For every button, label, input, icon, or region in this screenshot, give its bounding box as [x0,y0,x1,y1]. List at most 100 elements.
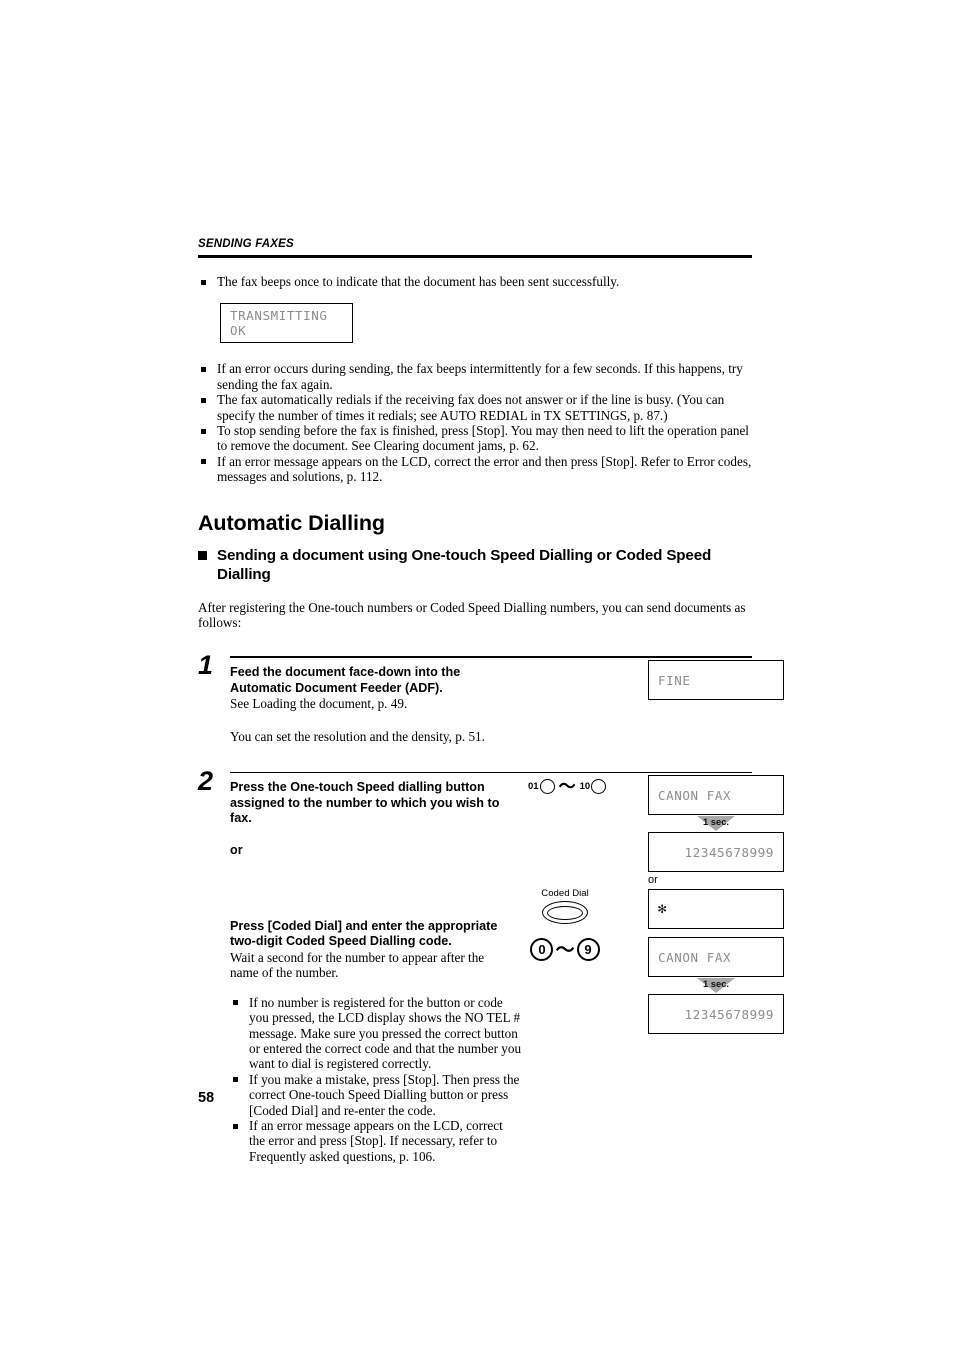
step-text-column: Feed the document face-down into the Aut… [230,665,522,745]
section-subtitle: Sending a document using One-touch Speed… [198,546,752,584]
numeric-key-range: 0 〜 9 [524,938,606,962]
bullet-text: If no number is registered for the butto… [249,994,522,1072]
lcd-text: CANON FAX [658,787,732,803]
manual-page: SENDING FAXES The fax beeps once to indi… [0,0,954,1351]
page-content: SENDING FAXES The fax beeps once to indi… [198,238,784,1164]
step-instruction-line-2: assigned to the number to which you wish… [230,795,500,826]
delay-marker-1: 1 sec. [648,815,784,832]
lcd-canon-fax-1: CANON FAX [648,775,784,816]
delay-label: 1 sec. [702,816,730,828]
bullet-text: The fax beeps once to indicate that the … [217,274,620,289]
coded-dial-line-1: Press [Coded Dial] and enter the appropr… [230,918,498,933]
square-bullet-icon [233,1123,238,1129]
numeric-key-icon-from: 0 [530,938,554,962]
header-rule [198,255,752,258]
square-bullet-icon [233,1077,238,1083]
section-subtitle-text: Sending a document using One-touch Speed… [217,546,712,583]
bullet-text: If an error message appears on the LCD, … [217,453,752,485]
one-touch-key-range: 01 〜 10 [522,776,622,797]
lcd-asterisk: ✻ [648,889,784,930]
page-number: 58 [198,1090,215,1106]
lcd-text: CANON FAX [658,949,732,965]
step-text-column: Press the One-touch Speed dialling butto… [230,780,522,1164]
step-1: 1 Feed the document face-down into the A… [198,652,784,745]
lcd-text: 12345678999 [684,844,774,860]
square-bullet-icon [233,1000,238,1006]
lcd-or-label: or [648,874,658,887]
step-instruction: Press the One-touch Speed dialling butto… [230,780,522,827]
square-bullet-icon [201,279,206,285]
one-touch-button-icon [591,779,607,795]
step-extra-note: You can set the resolution and the densi… [230,729,485,745]
step-body: Feed the document face-down into the Aut… [230,658,784,745]
list-item: The fax beeps once to indicate that the … [198,274,752,289]
list-item: If you make a mistake, press [Stop]. The… [230,1072,522,1118]
coded-dial-note-line-2: name of the number. [230,965,339,981]
step-2-lcd-column: CANON FAX 1 sec. 12345678999 or ✻ CANON … [648,775,784,1035]
lcd-canon-fax-2: CANON FAX [648,937,784,978]
step-body: Press the One-touch Speed dialling butto… [230,773,784,1164]
square-bullet-icon [201,397,206,403]
bullet-text: If an error message appears on the LCD, … [249,1118,503,1164]
step-1-lcd-column: FINE [648,660,784,701]
coded-dial-button-inner-icon [547,905,583,920]
coded-dial-line-2: two-digit Coded Speed Dialling code. [230,934,452,949]
step-2-keys-column: 01 〜 10 Coded Dial 0 〜 9 [522,773,622,962]
intro-bullet-list: The fax beeps once to indicate that the … [198,274,752,289]
lcd-text: ✻ [658,901,668,918]
coded-dial-note-line-1: Wait a second for the number to appear a… [230,949,485,965]
lcd-fine: FINE [648,660,784,701]
step-instruction: Feed the document face-down into the Aut… [230,665,522,696]
bullet-text: The fax automatically redials if the rec… [217,392,725,423]
list-item: If an error occurs during sending, the f… [198,361,752,392]
step-instruction-line-2: Automatic Document Feeder (ADF). [230,680,443,695]
square-bullet-icon [198,550,207,560]
range-tilde-icon: 〜 [558,776,576,797]
step-instruction-line-1: Feed the document face-down into the [230,665,461,680]
lcd-number-2: 12345678999 [648,994,784,1035]
delay-marker-2: 1 sec. [648,977,784,994]
lcd-text: TRANSMITTING OK [230,308,328,339]
one-touch-to-label: 10 [579,781,591,793]
square-bullet-icon [201,428,206,434]
square-bullet-icon [201,366,206,372]
step-number: 2 [198,765,214,796]
or-label: or [230,842,243,857]
step-reference: See Loading the document, p. 49. [230,696,408,712]
list-item: The fax automatically redials if the rec… [198,392,752,423]
coded-dial-key-group: Coded Dial 0 〜 9 [524,888,606,962]
lcd-text: 12345678999 [684,1006,774,1022]
list-item: If an error message appears on the LCD, … [198,454,752,485]
step-number: 1 [198,650,214,681]
lcd-transmitting-ok: TRANSMITTING OK [220,303,353,344]
coded-dial-instruction: Press [Coded Dial] and enter the appropr… [230,919,522,950]
page-title: Automatic Dialling [198,510,385,535]
list-item: If an error message appears on the LCD, … [230,1118,522,1164]
numeric-key-icon-to: 9 [576,938,600,962]
bullet-text: To stop sending before the fax is finish… [217,423,749,454]
lcd-number-1: 12345678999 [648,832,784,873]
bullet-text: If an error occurs during sending, the f… [217,361,743,392]
delay-label: 1 sec. [702,978,730,990]
coded-dial-key-label: Coded Dial [541,888,589,900]
square-bullet-icon [201,459,206,465]
coded-dial-note: Wait a second for the number to appear a… [230,950,522,981]
step-2-sub-bullet-list: If no number is registered for the butto… [230,995,522,1164]
one-touch-from-label: 01 [528,781,539,793]
step-instruction-line-1: Press the One-touch Speed dialling butto… [230,780,485,795]
step-2: 2 Press the One-touch Speed dialling but… [198,767,784,1164]
notes-bullet-list: If an error occurs during sending, the f… [198,361,752,484]
one-touch-button-icon [539,779,555,795]
list-item: If no number is registered for the butto… [230,995,522,1072]
bullet-text: If you make a mistake, press [Stop]. The… [249,1071,520,1118]
lcd-text: FINE [658,672,691,688]
coded-dial-button-icon[interactable] [542,901,588,925]
